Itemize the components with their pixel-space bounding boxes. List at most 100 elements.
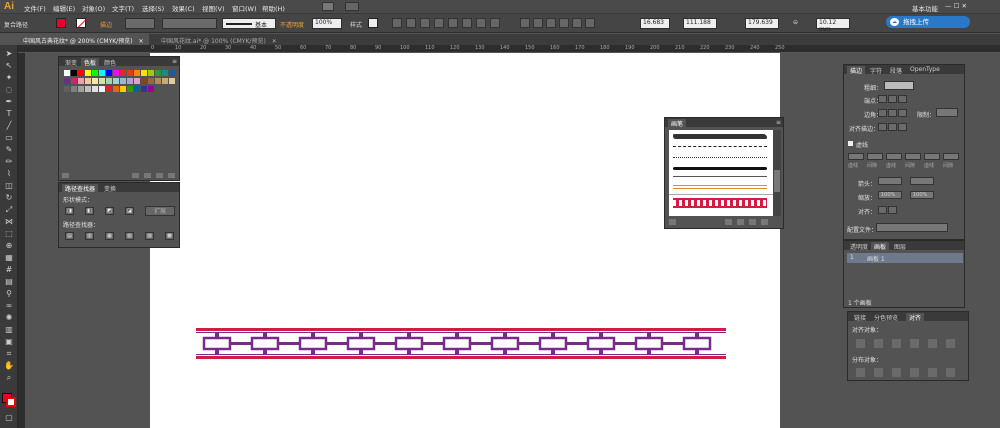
scale-start-field[interactable]: 100% [878,191,902,199]
opacity-field[interactable]: 100% [312,18,342,29]
menu-view[interactable]: 视图(V) [202,3,225,13]
profile-select[interactable] [876,223,948,232]
color-swatch[interactable] [78,78,84,84]
blend-tool-icon[interactable]: ∞ [3,301,15,311]
color-swatch[interactable] [162,70,168,76]
tab-swatches[interactable]: 色板 [81,58,100,67]
divide-icon[interactable]: ▤ [65,232,74,240]
tab-document-2[interactable]: 中国风花纹.ai* @ 100% (CMYK/预览) ✕ [156,34,282,45]
color-swatch[interactable] [162,78,168,84]
menu-object[interactable]: 对象(O) [82,3,105,13]
color-swatch[interactable] [106,70,112,76]
stroke-weight-field[interactable] [125,18,155,29]
stroke-swatch[interactable] [76,18,88,29]
color-swatch[interactable] [134,86,140,92]
color-swatch[interactable] [106,86,112,92]
panel-menu-icon[interactable]: ≡ [169,58,180,65]
tab-links[interactable]: 链接 [851,313,869,322]
tab-document-1[interactable]: 中国风古典花纹* @ 200% (CMYK/预览) ✕ [18,34,149,45]
color-swatch[interactable] [141,78,147,84]
menu-edit[interactable]: 编辑(E) [53,3,75,13]
align-object-buttons[interactable] [856,339,964,349]
stroke-label[interactable]: 描边 [100,20,112,29]
link-icon[interactable]: ⊖ [793,19,798,26]
workspace-switcher[interactable]: 基本功能 [912,3,938,13]
zoom-tool-icon[interactable]: ⌕ [3,373,15,383]
fill-swatch[interactable] [56,18,66,28]
tab-gradient[interactable]: 渐变 [62,58,80,67]
menu-effect[interactable]: 效果(C) [172,3,195,13]
gradient-tool-icon[interactable]: ▤ [3,277,15,287]
color-swatch[interactable] [92,78,98,84]
menu-type[interactable]: 文字(T) [112,3,134,13]
bevel-join-icon[interactable] [898,109,907,117]
limit-field[interactable] [936,108,958,117]
slice-tool-icon[interactable]: ⌗ [3,349,15,359]
symbol-sprayer-tool-icon[interactable]: ✺ [3,313,15,323]
intersect-icon[interactable]: ◩ [105,207,114,215]
scale-end-field[interactable]: 100% [910,191,934,199]
close-icon[interactable]: ✕ [138,38,143,45]
menu-select[interactable]: 选择(S) [142,3,164,13]
merge-icon[interactable]: ▦ [105,232,114,240]
minus-back-icon[interactable]: ▩ [165,232,174,240]
unite-icon[interactable]: ◨ [65,207,74,215]
magic-wand-tool-icon[interactable]: ✦ [3,73,15,83]
vertical-ruler[interactable] [18,53,26,428]
butt-cap-icon[interactable] [878,95,887,103]
brush-list[interactable] [669,130,773,216]
artboard-tool-icon[interactable]: ▣ [3,337,15,347]
pattern-border[interactable] [194,326,728,362]
color-swatch[interactable] [120,78,126,84]
mesh-tool-icon[interactable]: # [3,265,15,275]
color-swatch[interactable] [92,70,98,76]
color-swatch[interactable] [141,86,147,92]
arrange-button[interactable] [345,2,359,11]
rectangle-tool-icon[interactable]: ▭ [3,133,15,143]
color-swatch[interactable] [78,86,84,92]
lasso-tool-icon[interactable]: ◌ [3,85,15,95]
panel-menu-icon[interactable]: ≡ [773,119,784,126]
color-swatch[interactable] [64,78,70,84]
shape-builder-tool-icon[interactable]: ⊕ [3,241,15,251]
arrow-path-icon[interactable] [888,206,897,214]
tab-character[interactable]: 字符 [867,66,885,75]
color-swatch[interactable] [99,78,105,84]
opacity-label[interactable]: 不透明度 [280,20,304,29]
align-inside-icon[interactable] [888,123,897,131]
minus-front-icon[interactable]: ◧ [85,207,94,215]
variable-width-field[interactable] [162,18,217,29]
color-swatch[interactable] [148,78,154,84]
color-swatch[interactable] [148,86,154,92]
paintbrush-tool-icon[interactable]: ✎ [3,145,15,155]
menu-file[interactable]: 文件(F) [24,3,46,13]
color-swatch[interactable] [113,70,119,76]
tab-artboards[interactable]: 画板 [871,242,890,251]
dashed-checkbox[interactable] [848,141,853,146]
tab-brushes[interactable]: 画笔 [668,119,687,128]
color-swatch[interactable] [85,70,91,76]
tab-stroke[interactable]: 描边 [847,66,866,75]
color-swatch[interactable] [64,70,70,76]
window-controls[interactable]: — ☐ ✕ [945,2,967,10]
selection-tool-icon[interactable]: ➤ [3,49,15,59]
line-tool-icon[interactable]: ╱ [3,121,15,131]
upload-button[interactable]: ☁ 拖拽上传 [886,16,970,28]
rotate-tool-icon[interactable]: ↻ [3,193,15,203]
color-swatch[interactable] [71,78,77,84]
color-swatch[interactable] [120,86,126,92]
expand-button[interactable]: 扩展 [145,206,175,216]
outline-icon[interactable]: ▨ [145,232,154,240]
width-tool-icon[interactable]: ⋈ [3,217,15,227]
color-swatch[interactable] [141,70,147,76]
eraser-tool-icon[interactable]: ◫ [3,181,15,191]
swatch-footer-icons[interactable] [62,173,176,179]
color-swatch[interactable] [85,78,91,84]
align-outside-icon[interactable] [898,123,907,131]
stroke-color-icon[interactable] [6,397,16,407]
type-tool-icon[interactable]: T [3,109,15,119]
h-field[interactable]: 10.12 mm [816,18,850,33]
tab-align[interactable]: 对齐 [906,313,925,322]
color-swatch[interactable] [155,70,161,76]
arrow-start-select[interactable] [878,177,902,185]
